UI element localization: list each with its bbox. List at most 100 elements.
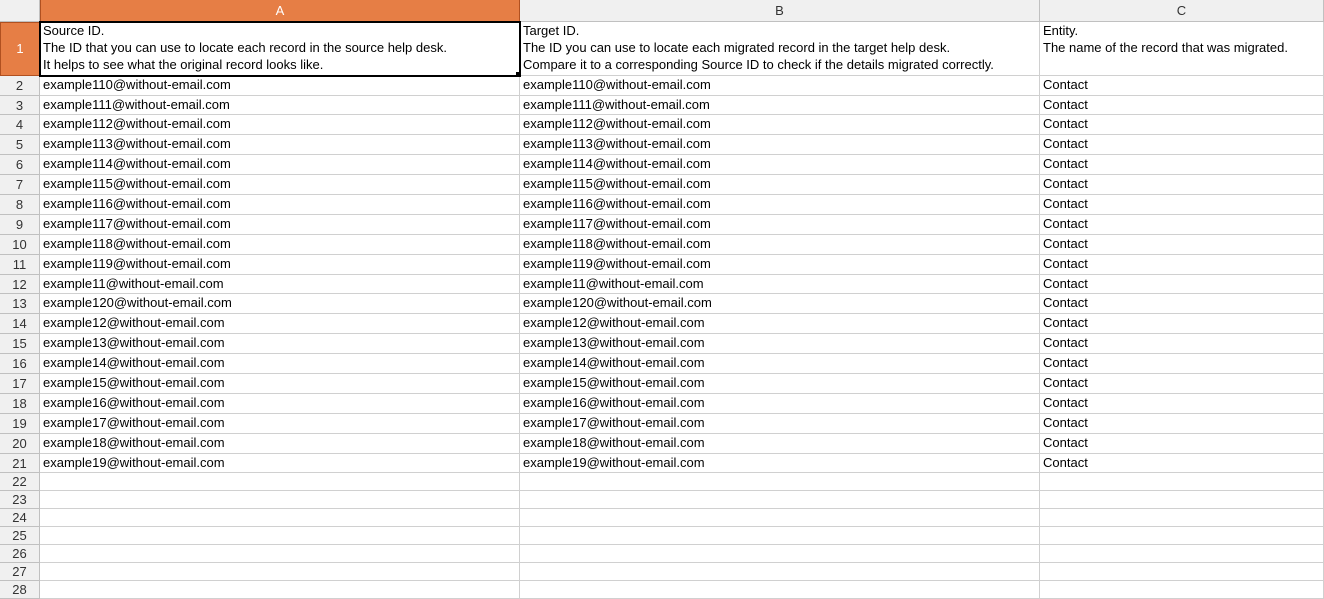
cell[interactable]: example11@without-email.com	[520, 275, 1040, 295]
row-header[interactable]: 17	[0, 374, 40, 394]
cell[interactable]: Contact	[1040, 275, 1324, 295]
cell[interactable]: example115@without-email.com	[520, 175, 1040, 195]
row-header[interactable]: 3	[0, 96, 40, 116]
cell[interactable]: example110@without-email.com	[520, 76, 1040, 96]
cell[interactable]: example113@without-email.com	[520, 135, 1040, 155]
cell[interactable]: example18@without-email.com	[40, 434, 520, 454]
row-header[interactable]: 24	[0, 509, 40, 527]
cell[interactable]: Contact	[1040, 454, 1324, 474]
row-header[interactable]: 26	[0, 545, 40, 563]
cell[interactable]: Contact	[1040, 354, 1324, 374]
cell[interactable]: Contact	[1040, 135, 1324, 155]
cell[interactable]: example115@without-email.com	[40, 175, 520, 195]
cell[interactable]: example112@without-email.com	[520, 115, 1040, 135]
cell[interactable]: example19@without-email.com	[40, 454, 520, 474]
cell[interactable]: Contact	[1040, 294, 1324, 314]
row-header[interactable]: 14	[0, 314, 40, 334]
column-header-c[interactable]: C	[1040, 0, 1324, 22]
cell[interactable]: example117@without-email.com	[40, 215, 520, 235]
cell[interactable]: example13@without-email.com	[40, 334, 520, 354]
row-header[interactable]: 15	[0, 334, 40, 354]
select-all-corner[interactable]	[0, 0, 40, 22]
cell[interactable]	[520, 581, 1040, 599]
cell[interactable]: example13@without-email.com	[520, 334, 1040, 354]
row-header-1[interactable]: 1	[0, 22, 40, 76]
cell[interactable]: Contact	[1040, 414, 1324, 434]
cell[interactable]: Contact	[1040, 175, 1324, 195]
row-header[interactable]: 8	[0, 195, 40, 215]
row-header[interactable]: 22	[0, 473, 40, 491]
cell[interactable]: example15@without-email.com	[40, 374, 520, 394]
cell[interactable]: example14@without-email.com	[520, 354, 1040, 374]
cell[interactable]: example117@without-email.com	[520, 215, 1040, 235]
cell[interactable]: Contact	[1040, 434, 1324, 454]
cell[interactable]: example114@without-email.com	[520, 155, 1040, 175]
cell[interactable]: example111@without-email.com	[520, 96, 1040, 116]
cell[interactable]: example111@without-email.com	[40, 96, 520, 116]
row-header[interactable]: 11	[0, 255, 40, 275]
cell-a1[interactable]: Source ID. The ID that you can use to lo…	[40, 22, 520, 76]
cell[interactable]	[520, 545, 1040, 563]
cell[interactable]: example112@without-email.com	[40, 115, 520, 135]
cell[interactable]: example119@without-email.com	[40, 255, 520, 275]
row-header[interactable]: 5	[0, 135, 40, 155]
row-header[interactable]: 20	[0, 434, 40, 454]
row-header[interactable]: 21	[0, 454, 40, 474]
row-header[interactable]: 23	[0, 491, 40, 509]
cell[interactable]	[520, 491, 1040, 509]
cell[interactable]: Contact	[1040, 155, 1324, 175]
cell[interactable]: example119@without-email.com	[520, 255, 1040, 275]
row-header[interactable]: 12	[0, 275, 40, 295]
cell[interactable]: example116@without-email.com	[520, 195, 1040, 215]
row-header[interactable]: 27	[0, 563, 40, 581]
cell[interactable]	[520, 527, 1040, 545]
cell[interactable]	[40, 581, 520, 599]
cell[interactable]	[40, 545, 520, 563]
cell[interactable]: example118@without-email.com	[40, 235, 520, 255]
cell[interactable]: example19@without-email.com	[520, 454, 1040, 474]
cell[interactable]: example113@without-email.com	[40, 135, 520, 155]
cell[interactable]: example12@without-email.com	[520, 314, 1040, 334]
cell[interactable]: Contact	[1040, 255, 1324, 275]
cell[interactable]: Contact	[1040, 374, 1324, 394]
cell[interactable]: Contact	[1040, 115, 1324, 135]
cell[interactable]: example17@without-email.com	[40, 414, 520, 434]
cell[interactable]: Contact	[1040, 76, 1324, 96]
row-header[interactable]: 10	[0, 235, 40, 255]
cell[interactable]	[40, 491, 520, 509]
cell[interactable]	[520, 509, 1040, 527]
cell-b1[interactable]: Target ID. The ID you can use to locate …	[520, 22, 1040, 76]
cell[interactable]: example14@without-email.com	[40, 354, 520, 374]
cell[interactable]: Contact	[1040, 96, 1324, 116]
cell[interactable]: example114@without-email.com	[40, 155, 520, 175]
cell[interactable]	[40, 563, 520, 581]
row-header[interactable]: 25	[0, 527, 40, 545]
cell[interactable]	[1040, 563, 1324, 581]
row-header[interactable]: 19	[0, 414, 40, 434]
cell[interactable]: example11@without-email.com	[40, 275, 520, 295]
cell[interactable]	[40, 527, 520, 545]
cell[interactable]: example110@without-email.com	[40, 76, 520, 96]
row-header[interactable]: 28	[0, 581, 40, 599]
cell[interactable]	[1040, 509, 1324, 527]
cell[interactable]	[1040, 545, 1324, 563]
cell[interactable]	[1040, 473, 1324, 491]
cell[interactable]	[40, 509, 520, 527]
cell[interactable]: Contact	[1040, 314, 1324, 334]
row-header[interactable]: 9	[0, 215, 40, 235]
cell[interactable]: Contact	[1040, 394, 1324, 414]
row-header[interactable]: 18	[0, 394, 40, 414]
cell[interactable]: Contact	[1040, 235, 1324, 255]
cell[interactable]	[520, 473, 1040, 491]
cell[interactable]: Contact	[1040, 215, 1324, 235]
cell[interactable]	[1040, 527, 1324, 545]
cell[interactable]: example120@without-email.com	[520, 294, 1040, 314]
cell[interactable]: example17@without-email.com	[520, 414, 1040, 434]
cell[interactable]	[40, 473, 520, 491]
cell[interactable]: Contact	[1040, 195, 1324, 215]
row-header[interactable]: 7	[0, 175, 40, 195]
cell[interactable]: example118@without-email.com	[520, 235, 1040, 255]
row-header[interactable]: 4	[0, 115, 40, 135]
row-header[interactable]: 2	[0, 76, 40, 96]
cell[interactable]: example16@without-email.com	[520, 394, 1040, 414]
